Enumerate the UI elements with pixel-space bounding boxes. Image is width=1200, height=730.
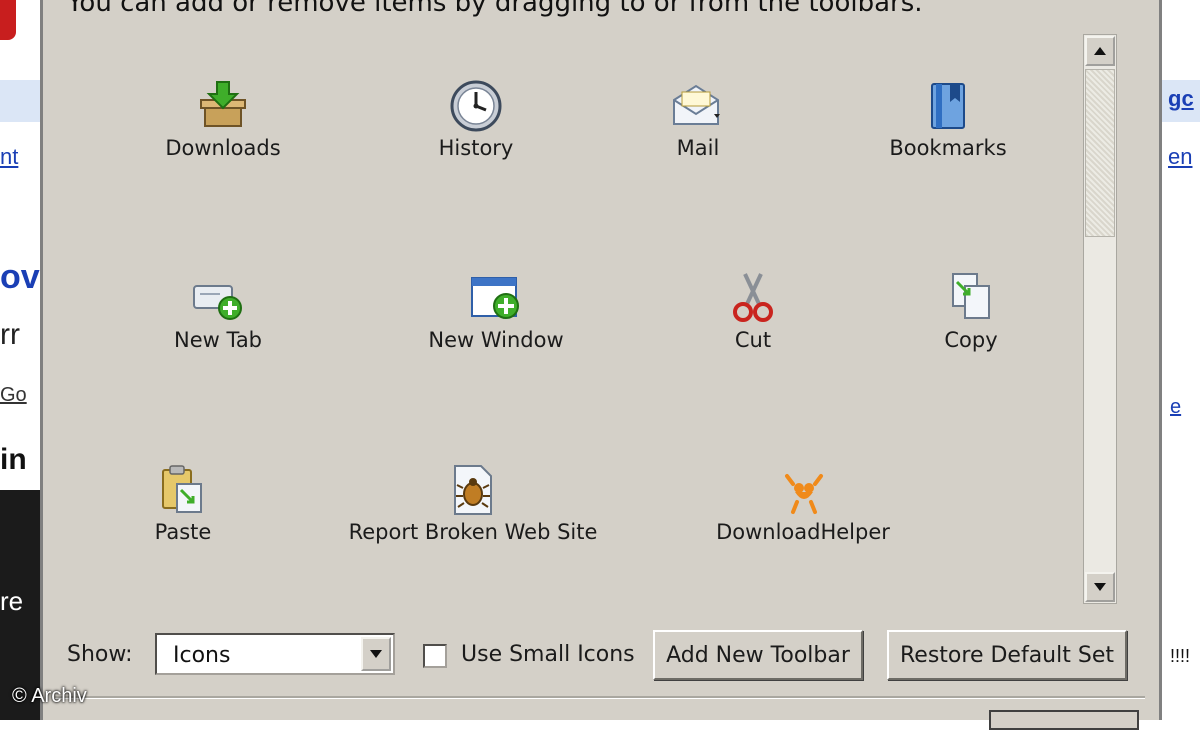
- palette-item-label: New Tab: [173, 328, 263, 352]
- instruction-text: You can add or remove items by dragging …: [67, 0, 923, 18]
- background-text-fragment: in: [0, 443, 27, 476]
- palette-item-label: Cut: [734, 328, 772, 352]
- background-heading-fragment: ov: [0, 258, 40, 296]
- background-link-fragment[interactable]: nt: [0, 144, 18, 170]
- palette-item-label: Paste: [154, 520, 212, 544]
- palette-item-new-tab[interactable]: New Tab: [148, 270, 288, 352]
- palette-item-downloads[interactable]: Downloads: [153, 78, 293, 160]
- downloadhelper-icon: [785, 474, 823, 514]
- background-text-fragment: re: [0, 586, 24, 616]
- background-logo-fragment: [0, 0, 16, 40]
- scroll-down-button[interactable]: [1085, 572, 1115, 602]
- palette-item-report-broken-web-site[interactable]: Report Broken Web Site: [333, 462, 613, 544]
- scroll-thumb[interactable]: [1085, 69, 1115, 237]
- show-select-value: Icons: [173, 643, 231, 668]
- background-nav-band: [0, 80, 40, 122]
- scissors-icon: [733, 273, 773, 322]
- scroll-up-button[interactable]: [1085, 36, 1115, 66]
- show-label: Show:: [67, 642, 133, 667]
- palette-item-cut[interactable]: Cut: [683, 270, 823, 352]
- palette-item-bookmarks[interactable]: Bookmarks: [873, 78, 1023, 160]
- bottom-separator: [55, 696, 1145, 699]
- chevron-down-icon: [370, 650, 382, 658]
- use-small-icons-checkbox[interactable]: [423, 644, 447, 668]
- watermark-text: © Archiv: [12, 685, 87, 707]
- palette-item-history[interactable]: History: [406, 78, 546, 160]
- palette-item-label: History: [438, 136, 514, 160]
- show-select-dropdown-button[interactable]: [361, 637, 391, 671]
- bookmarks-book-icon: [931, 83, 965, 129]
- arrow-up-icon: [1094, 47, 1106, 55]
- background-link-fragment[interactable]: Go: [0, 384, 27, 407]
- palette-item-new-window[interactable]: New Window: [416, 270, 576, 352]
- new-tab-icon: [193, 285, 242, 320]
- background-link-fragment[interactable]: gc: [1168, 86, 1194, 112]
- palette-item-label: Mail: [676, 136, 720, 160]
- add-new-toolbar-button[interactable]: Add New Toolbar: [653, 630, 863, 680]
- background-page-left: nt ov rr Go in re: [0, 0, 40, 720]
- downloads-icon: [200, 81, 246, 127]
- bug-report-icon: [454, 465, 492, 515]
- palette-item-downloadhelper[interactable]: DownloadHelper: [703, 462, 903, 544]
- background-text-fragment: rr: [0, 318, 20, 351]
- background-text-fragment: !!!!: [1170, 646, 1191, 666]
- background-page-right: gc en e !!!!: [1160, 0, 1200, 720]
- new-window-icon: [471, 277, 519, 319]
- palette-item-label: Report Broken Web Site: [348, 520, 598, 544]
- palette-item-copy[interactable]: Copy: [901, 270, 1041, 352]
- background-link-fragment[interactable]: e: [1170, 396, 1181, 419]
- arrow-down-icon: [1094, 583, 1106, 591]
- use-small-icons-label[interactable]: Use Small Icons: [461, 642, 635, 667]
- palette-item-paste[interactable]: Paste: [113, 462, 253, 544]
- restore-default-set-button[interactable]: Restore Default Set: [887, 630, 1127, 680]
- palette-item-label: DownloadHelper: [716, 520, 890, 544]
- mail-envelope-icon: [673, 84, 720, 125]
- palette-item-label: Bookmarks: [889, 136, 1007, 160]
- customize-toolbar-dialog: You can add or remove items by dragging …: [40, 0, 1162, 730]
- palette-item-mail[interactable]: Mail: [628, 78, 768, 160]
- palette-item-label: New Window: [428, 328, 564, 352]
- palette-item-label: Copy: [944, 328, 998, 352]
- done-button-partial[interactable]: [989, 710, 1139, 730]
- palette-item-label: Downloads: [165, 136, 281, 160]
- paste-clipboard-icon: [162, 465, 202, 513]
- copy-icon: [952, 273, 990, 319]
- palette-scrollbar[interactable]: [1083, 34, 1117, 604]
- history-clock-icon: [450, 80, 502, 132]
- show-select[interactable]: Icons: [155, 633, 395, 675]
- background-link-fragment[interactable]: en: [1168, 144, 1192, 170]
- toolbar-item-palette: Downloads History Mail Bookmarks New Tab…: [43, 30, 1073, 610]
